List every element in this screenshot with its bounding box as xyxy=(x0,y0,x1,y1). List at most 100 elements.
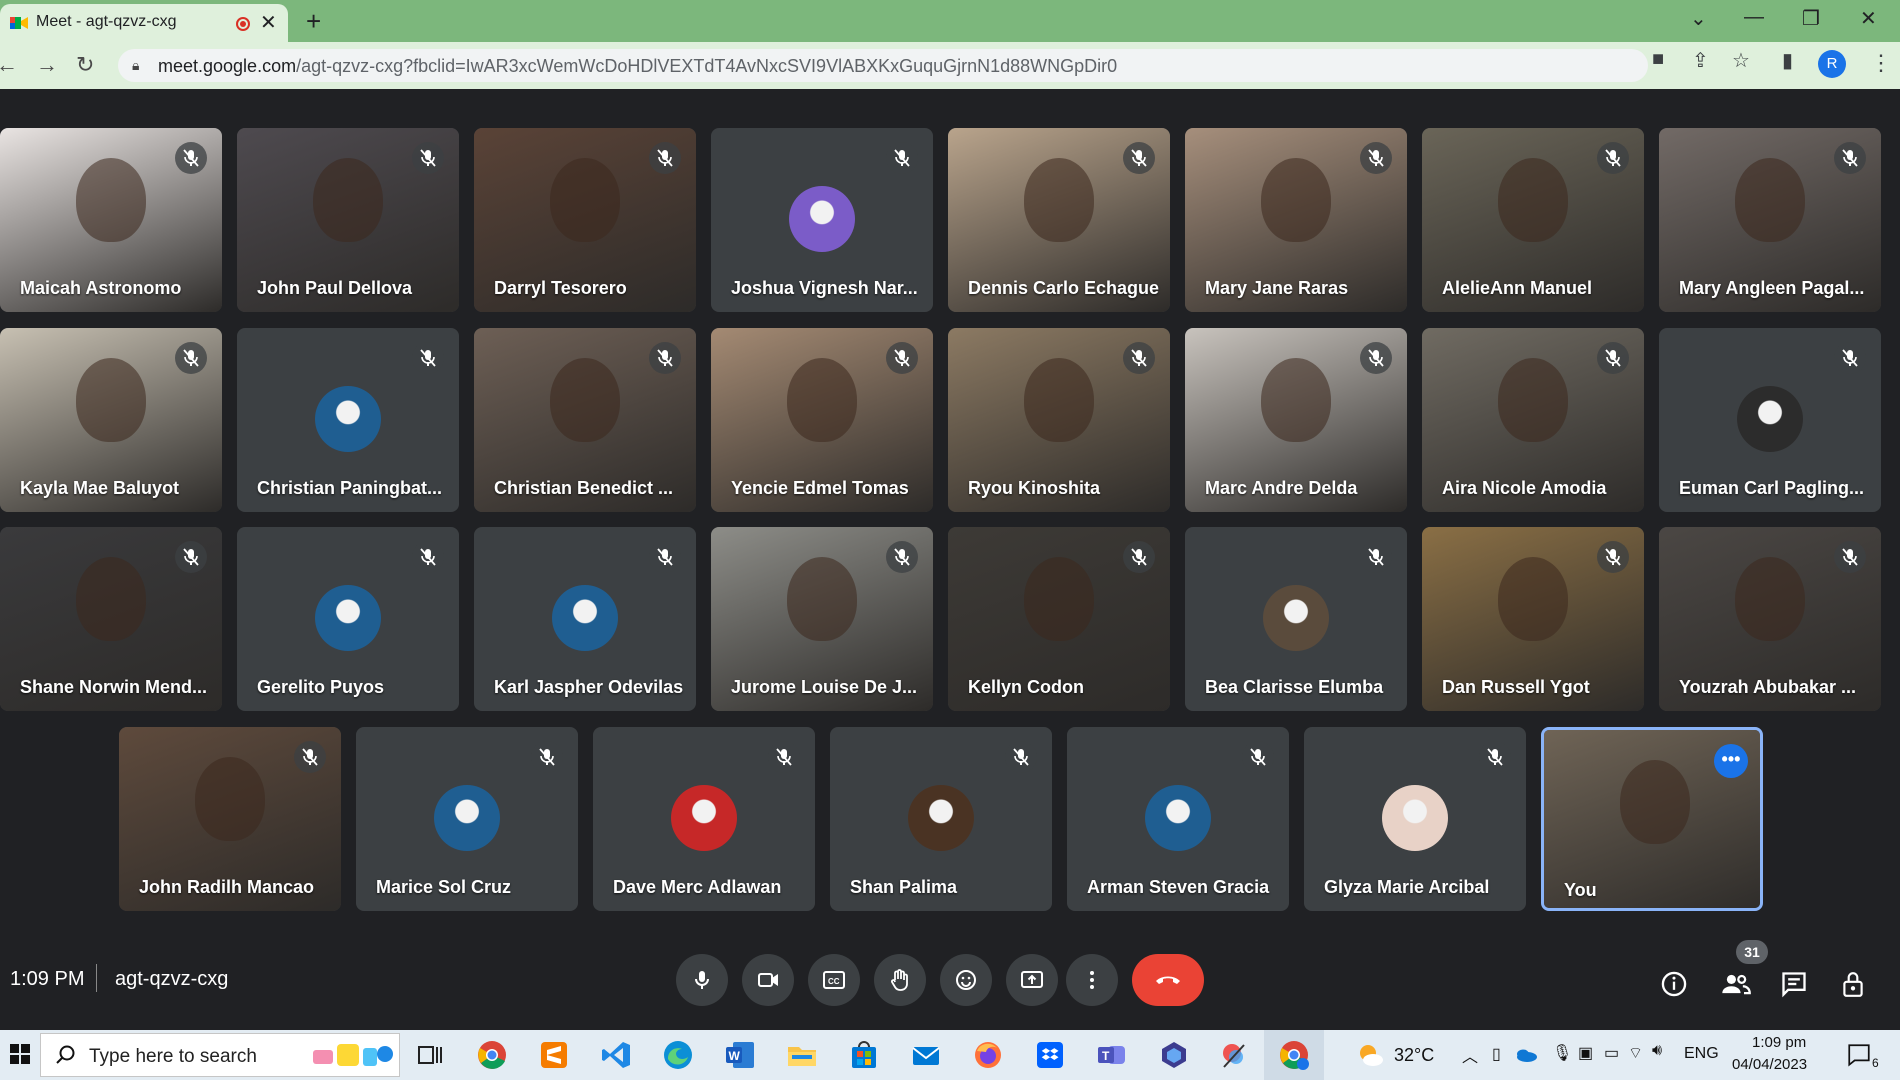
participant-tile[interactable]: Youzrah Abubakar ... xyxy=(1659,527,1881,711)
power-automate-icon[interactable] xyxy=(1158,1039,1190,1071)
dropbox-icon[interactable] xyxy=(1034,1039,1066,1071)
taskbar-search-box[interactable]: Type here to search xyxy=(40,1033,400,1077)
host-controls-icon[interactable] xyxy=(1840,970,1866,998)
browser-menu-icon[interactable]: ⋮ xyxy=(1870,50,1892,76)
browser-tab[interactable]: Meet - agt-qzvz-cxg ✕ xyxy=(0,4,288,42)
mail-icon[interactable] xyxy=(910,1039,942,1071)
participant-tile[interactable]: Joshua Vignesh Nar... xyxy=(711,128,933,312)
tray-microphone-icon[interactable]: 🎙︎ xyxy=(1552,1043,1572,1063)
participant-silhouette xyxy=(1735,557,1805,641)
participant-tile[interactable]: Gerelito Puyos xyxy=(237,527,459,711)
profile-avatar[interactable]: R xyxy=(1818,50,1846,78)
participant-tile[interactable]: Maicah Astronomo xyxy=(0,128,222,312)
participant-tile[interactable]: Shane Norwin Mend... xyxy=(0,527,222,711)
self-tile-more-options-button[interactable]: ••• xyxy=(1714,744,1748,778)
camera-button[interactable] xyxy=(742,954,794,1006)
task-view-icon[interactable] xyxy=(414,1039,446,1071)
weather-temperature[interactable]: 32°C xyxy=(1394,1045,1434,1066)
reactions-button[interactable] xyxy=(940,954,992,1006)
reload-icon[interactable]: ↻ xyxy=(76,52,94,78)
participant-tile[interactable]: Arman Steven Gracia xyxy=(1067,727,1289,911)
tab-search-icon[interactable]: ⌄ xyxy=(1690,6,1707,31)
camera-in-use-icon[interactable]: ■ xyxy=(1652,48,1664,71)
notifications-icon[interactable] xyxy=(1846,1042,1872,1068)
participant-silhouette xyxy=(1024,158,1094,242)
clock-date[interactable]: 04/04/2023 xyxy=(1732,1056,1807,1073)
participant-tile[interactable]: Jurome Louise De J... xyxy=(711,527,933,711)
participant-tile[interactable]: Marice Sol Cruz xyxy=(356,727,578,911)
participant-name: Kayla Mae Baluyot xyxy=(20,478,180,498)
tray-display-icon[interactable]: ▣ xyxy=(1578,1043,1593,1063)
firefox-icon[interactable] xyxy=(972,1039,1004,1071)
clock-time[interactable]: 1:09 pm xyxy=(1752,1034,1806,1051)
participant-tile[interactable]: Yencie Edmel Tomas xyxy=(711,328,933,512)
tray-power-icon[interactable]: ▭ xyxy=(1604,1043,1619,1063)
captions-button[interactable]: CC xyxy=(808,954,860,1006)
windows-start-icon[interactable] xyxy=(10,1044,30,1064)
participant-tile[interactable]: Glyza Marie Arcibal xyxy=(1304,727,1526,911)
participant-tile[interactable]: Christian Benedict ... xyxy=(474,328,696,512)
snipping-tool-icon[interactable] xyxy=(1218,1039,1250,1071)
participant-tile[interactable]: Kellyn Codon xyxy=(948,527,1170,711)
side-panel-icon[interactable]: ▮ xyxy=(1782,48,1793,73)
self-video-tile[interactable]: ••• You xyxy=(1541,727,1763,911)
participant-tile[interactable]: Dennis Carlo Echague xyxy=(948,128,1170,312)
participant-tile[interactable]: John Radilh Mancao xyxy=(119,727,341,911)
participant-tile[interactable]: Dave Merc Adlawan xyxy=(593,727,815,911)
word-icon[interactable]: W xyxy=(724,1039,756,1071)
participant-name: Mary Angleen Pagal... xyxy=(1679,278,1865,298)
weather-icon[interactable] xyxy=(1354,1039,1386,1071)
people-icon[interactable] xyxy=(1720,970,1752,998)
tray-battery-meter-icon[interactable]: ▯ xyxy=(1492,1044,1501,1064)
participant-name: John Radilh Mancao xyxy=(139,877,315,897)
share-icon[interactable]: ⇪ xyxy=(1692,48,1709,73)
participant-tile[interactable]: Christian Paningbat... xyxy=(237,328,459,512)
minimize-icon[interactable]: — xyxy=(1744,6,1764,29)
wifi-icon[interactable]: ⌔ xyxy=(1628,1043,1643,1063)
chrome-profile-icon[interactable] xyxy=(1278,1039,1310,1071)
window-close-icon[interactable]: ✕ xyxy=(1860,6,1877,31)
participant-tile[interactable]: John Paul Dellova xyxy=(237,128,459,312)
participant-tile[interactable]: Mary Jane Raras xyxy=(1185,128,1407,312)
participant-tile[interactable]: Bea Clarisse Elumba xyxy=(1185,527,1407,711)
lock-icon[interactable]: 🔒︎ xyxy=(132,57,139,74)
vscode-icon[interactable] xyxy=(600,1039,632,1071)
participant-tile[interactable]: Ryou Kinoshita xyxy=(948,328,1170,512)
volume-icon[interactable]: 🔊︎ xyxy=(1652,1042,1662,1060)
microsoft-store-icon[interactable] xyxy=(848,1039,880,1071)
language-indicator[interactable]: ENG xyxy=(1684,1045,1719,1063)
new-tab-button[interactable]: + xyxy=(306,6,321,37)
back-icon[interactable]: ← xyxy=(0,52,18,78)
participant-tile[interactable]: Mary Angleen Pagal... xyxy=(1659,128,1881,312)
tab-close-icon[interactable]: ✕ xyxy=(260,10,277,35)
show-hidden-icons-icon[interactable]: ︿ xyxy=(1462,1043,1478,1067)
participant-tile[interactable]: Shan Palima xyxy=(830,727,1052,911)
participant-tile[interactable]: Dan Russell Ygot xyxy=(1422,527,1644,711)
raise-hand-button[interactable] xyxy=(874,954,926,1006)
tab-title: Meet - agt-qzvz-cxg xyxy=(36,13,177,30)
forward-icon[interactable]: → xyxy=(36,52,58,78)
participant-tile[interactable]: Kayla Mae Baluyot xyxy=(0,328,222,512)
end-call-button[interactable] xyxy=(1132,954,1204,1006)
more-options-button[interactable] xyxy=(1066,954,1118,1006)
participant-tile[interactable]: AlelieAnn Manuel xyxy=(1422,128,1644,312)
participant-tile[interactable]: Karl Jaspher Odevilas xyxy=(474,527,696,711)
participant-tile[interactable]: Marc Andre Delda xyxy=(1185,328,1407,512)
microphone-button[interactable] xyxy=(676,954,728,1006)
bookmark-star-icon[interactable]: ☆ xyxy=(1732,48,1750,73)
file-explorer-icon[interactable] xyxy=(786,1039,818,1071)
chat-icon[interactable] xyxy=(1780,970,1808,998)
chrome-icon[interactable] xyxy=(476,1039,508,1071)
participant-tile[interactable]: Aira Nicole Amodia xyxy=(1422,328,1644,512)
teams-icon[interactable]: T xyxy=(1096,1039,1128,1071)
participant-tile[interactable]: Euman Carl Pagling... xyxy=(1659,328,1881,512)
onedrive-icon[interactable] xyxy=(1514,1043,1538,1067)
address-bar[interactable]: 🔒︎ meet.google.com/agt-qzvz-cxg?fbclid=I… xyxy=(118,49,1648,82)
sublime-text-icon[interactable] xyxy=(538,1039,570,1071)
edge-icon[interactable] xyxy=(662,1039,694,1071)
participant-tile[interactable]: Darryl Tesorero xyxy=(474,128,696,312)
present-screen-button[interactable] xyxy=(1006,954,1058,1006)
muted-mic-icon xyxy=(412,142,444,174)
meeting-details-icon[interactable] xyxy=(1660,970,1688,998)
restore-icon[interactable]: ❐ xyxy=(1802,6,1820,31)
